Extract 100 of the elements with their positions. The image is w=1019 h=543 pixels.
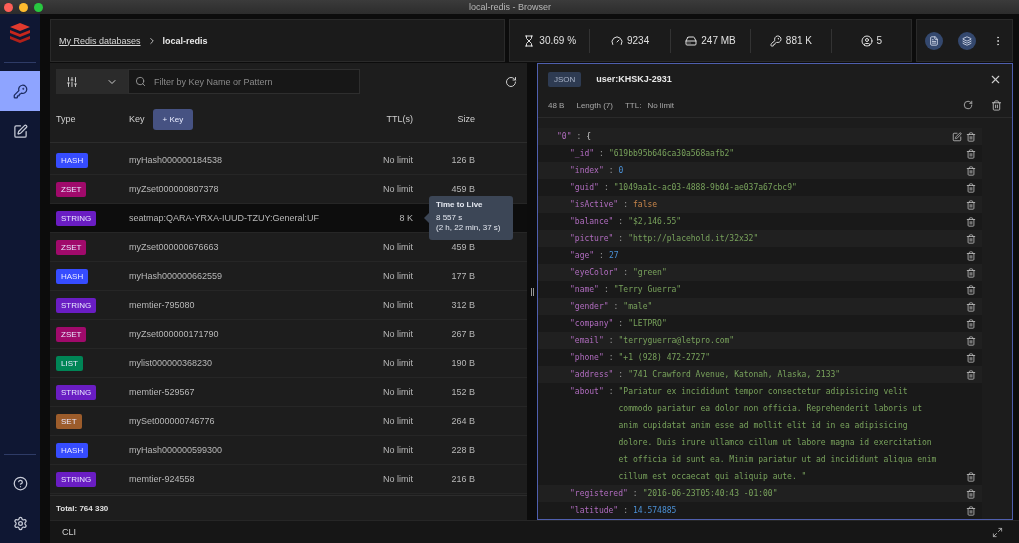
trash-icon[interactable] (966, 233, 976, 244)
layers-button[interactable] (958, 31, 977, 50)
ttl-value: 8 K (399, 213, 413, 223)
json-colon: : (599, 250, 604, 262)
json-colon: : (618, 216, 624, 228)
breadcrumb-link[interactable]: My Redis databases (59, 35, 141, 46)
column-header: Size (456, 114, 476, 124)
type-tag: STRING (56, 210, 97, 226)
json-value: { (586, 131, 593, 143)
key-name: memtier-529567 (129, 387, 195, 397)
ttl-value: No limit (383, 445, 413, 455)
key-title: user:KHSKJ-2931 (596, 74, 672, 85)
trash-icon[interactable] (966, 471, 976, 482)
key-name: memtier-795080 (129, 300, 195, 310)
trash-icon[interactable] (966, 284, 976, 295)
filter-field[interactable]: Filter by Key Name or Pattern (128, 69, 360, 94)
json-colon: : (608, 165, 614, 177)
type-tag: ZSET (56, 181, 87, 197)
edit-icon (12, 123, 28, 139)
size-value: 152 B (451, 387, 475, 397)
json-value: 14.574885 (633, 505, 678, 517)
json-key: "phone" (570, 349, 604, 366)
tooltip-seconds: 8 557 s (436, 213, 464, 222)
key-icon (769, 34, 782, 47)
trash-icon[interactable] (966, 165, 976, 176)
add-key-button[interactable]: + Key (152, 108, 194, 130)
edit-icon[interactable] (952, 131, 962, 142)
trash-icon[interactable] (966, 488, 976, 499)
refresh-icon[interactable] (505, 75, 517, 88)
trash-icon[interactable] (966, 318, 976, 329)
ttl-value: No limit (647, 101, 675, 111)
key-name: myZset000000676663 (129, 242, 219, 252)
trash-icon[interactable] (966, 369, 976, 380)
ttl-value: No limit (383, 184, 413, 194)
json-key: "index" (570, 162, 604, 179)
document-icon (928, 35, 939, 46)
json-value: "Pariatur ex incididunt tempor consectetur adipisicing velit commodo pariatur ea dolor non officia. Reprehenderit laboris ut anim cupidatat anim esse ad mollit elit id in ea adipisicing dolore. Duis irure ullamco cillum ut labore magna id exercitation et officia id sunt ea. Minim pariatur ut ad incididunt aliqua enim cillum est occaecat qui aliquip aute. " (618, 386, 938, 483)
size-value: 264 B (451, 416, 475, 426)
browser-nav-button[interactable] (0, 71, 40, 111)
type-tag: STRING (56, 297, 97, 313)
minimize-window-button[interactable] (19, 2, 28, 12)
trash-icon[interactable] (991, 100, 1002, 112)
maximize-window-button[interactable] (34, 2, 43, 12)
breadcrumb-current: local-redis (162, 35, 208, 46)
ttl-value: No limit (383, 358, 413, 368)
json-value: "green" (633, 267, 668, 279)
key-name: myZset000000807378 (129, 184, 219, 194)
json-value: "Terry Guerra" (613, 284, 683, 296)
json-value: "741 Crawford Avenue, Katonah, Alaska, 2133" (628, 369, 842, 381)
type-tag: HASH (56, 268, 89, 284)
json-value: "619bb95b646ca30a568aafb2" (608, 148, 736, 160)
trash-icon[interactable] (966, 216, 976, 227)
trash-icon[interactable] (966, 301, 976, 312)
json-colon: : (603, 284, 609, 296)
expand-icon[interactable] (992, 526, 1003, 538)
type-tag: HASH (56, 442, 89, 458)
type-tag: STRING (56, 384, 97, 400)
type-tag: STRING (56, 471, 97, 487)
json-value: false (633, 199, 659, 211)
total-count: Total: 764 330 (56, 503, 109, 513)
json-key: "balance" (570, 213, 614, 230)
key-name: myHash000000184538 (129, 155, 223, 165)
size-value: 126 B (451, 155, 475, 165)
close-window-button[interactable] (4, 2, 13, 12)
document-button[interactable] (924, 31, 943, 50)
json-key: "_id" (570, 145, 595, 162)
trash-icon[interactable] (966, 182, 976, 193)
stat-value: 9234 (627, 35, 650, 46)
json-colon: : (599, 148, 604, 160)
type-tag: SET (56, 413, 82, 429)
settings-icon (12, 515, 28, 531)
key-type-filter[interactable] (56, 69, 128, 94)
ttl-value: No limit (383, 474, 413, 484)
type-tag: ZSET (56, 326, 87, 342)
size-value: 459 B (451, 184, 475, 194)
refresh-icon[interactable] (963, 100, 973, 111)
splitter-handle[interactable] (530, 287, 534, 296)
trash-icon[interactable] (966, 352, 976, 363)
trash-icon[interactable] (966, 131, 976, 142)
trash-icon[interactable] (966, 505, 976, 516)
gauge-icon (611, 34, 623, 47)
trash-icon[interactable] (966, 199, 976, 210)
type-tag: JSON (548, 71, 582, 87)
layers-icon (962, 35, 973, 46)
json-value: "$2,146.55" (628, 216, 683, 228)
stat-value: 881 K (785, 35, 812, 46)
column-header: Key (129, 114, 145, 124)
trash-icon[interactable] (966, 335, 976, 346)
key-name: myHash000000599300 (129, 445, 223, 455)
json-colon: : (623, 505, 628, 517)
size-value: 267 B (451, 329, 475, 339)
help-icon (12, 475, 28, 491)
size-value: 228 B (451, 445, 475, 455)
json-key: "email" (570, 332, 604, 349)
trash-icon[interactable] (966, 267, 976, 278)
json-key: "address" (570, 366, 614, 383)
trash-icon[interactable] (966, 148, 976, 159)
json-key: "company" (570, 315, 614, 332)
trash-icon[interactable] (966, 250, 976, 261)
cli-tab[interactable]: CLI (62, 527, 76, 537)
